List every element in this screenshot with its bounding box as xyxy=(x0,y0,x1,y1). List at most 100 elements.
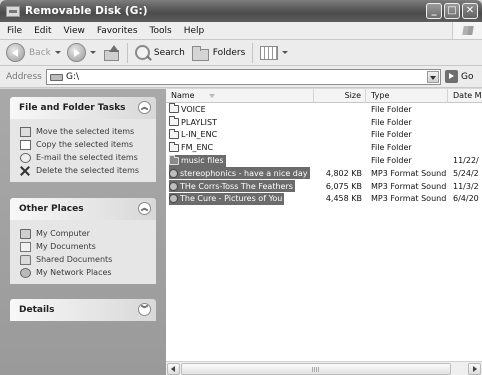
expand-icon[interactable]: ︾ xyxy=(138,303,151,316)
file-type: MP3 Format Sound xyxy=(371,168,447,178)
folder-icon xyxy=(169,116,179,127)
forward-button[interactable] xyxy=(64,42,99,64)
file-folder-tasks-header[interactable]: File and Folder Tasks ︽ xyxy=(10,97,156,119)
other-places-header[interactable]: Other Places ︽ xyxy=(10,198,156,220)
file-row[interactable]: FM_ENC File Folder xyxy=(166,141,482,154)
drive-icon xyxy=(50,73,63,81)
file-row[interactable]: L-IN_ENC File Folder xyxy=(166,128,482,142)
audio-file-icon xyxy=(169,168,178,178)
audio-file-icon xyxy=(169,181,178,191)
task-label: Delete the selected items xyxy=(36,166,140,175)
file-type: File Folder xyxy=(371,156,412,166)
menu-favorites[interactable]: Favorites xyxy=(91,26,144,36)
horizontal-scrollbar[interactable] xyxy=(166,361,482,375)
menu-tools[interactable]: Tools xyxy=(144,26,178,36)
file-name: VOICE xyxy=(181,104,206,114)
menu-view[interactable]: View xyxy=(58,26,91,36)
folder-icon xyxy=(169,141,179,152)
search-label: Search xyxy=(153,47,185,58)
place-my-computer[interactable]: My Computer xyxy=(20,227,156,240)
panel-body: My Computer My Documents Shared Document… xyxy=(10,220,156,284)
task-email[interactable]: E-mail the selected items xyxy=(20,151,156,164)
computer-icon xyxy=(20,228,31,239)
column-size[interactable]: Size xyxy=(314,89,366,103)
up-button[interactable] xyxy=(99,42,123,64)
task-copy[interactable]: Copy the selected items xyxy=(20,138,156,151)
task-move[interactable]: Move the selected items xyxy=(20,125,156,138)
folder-icon xyxy=(169,103,179,114)
folders-label: Folders xyxy=(212,47,246,58)
minimize-button[interactable]: _ xyxy=(426,3,442,19)
place-my-documents[interactable]: My Documents xyxy=(20,240,156,253)
scroll-thumb[interactable] xyxy=(181,363,451,375)
address-bar: Address G:\ Go xyxy=(0,66,482,88)
address-dropdown-button[interactable] xyxy=(427,71,439,83)
file-type: File Folder xyxy=(371,130,412,140)
collapse-icon[interactable]: ︽ xyxy=(138,202,151,215)
file-row[interactable]: The Cure - Pictures of You 4,458 KB MP3 Fo… xyxy=(166,192,482,206)
file-type: MP3 Format Sound xyxy=(371,181,447,191)
file-name: music files xyxy=(181,156,224,166)
file-name-wrap: The Cure - Pictures of You xyxy=(169,192,285,205)
title-bar: Removable Disk (G:) _ □ ✕ xyxy=(0,0,482,22)
panel-title: File and Folder Tasks xyxy=(19,103,126,113)
folders-button[interactable]: Folders xyxy=(188,42,249,64)
maximize-button[interactable]: □ xyxy=(444,3,460,19)
panel-body: Move the selected items Copy the selecte… xyxy=(10,119,156,182)
file-name: THe Corrs-Toss The Feathers xyxy=(180,181,293,191)
shared-folder-icon xyxy=(20,254,31,265)
column-type[interactable]: Type xyxy=(366,89,448,103)
file-date: 6/4/20 xyxy=(453,194,479,204)
file-row[interactable]: VOICE File Folder xyxy=(166,103,482,116)
column-name[interactable]: Name xyxy=(166,89,314,103)
toolbar: Back Search Folders xyxy=(0,40,482,66)
file-name-cell: THe Corrs-Toss The Feathers xyxy=(166,180,314,193)
back-arrow-icon xyxy=(6,43,25,62)
file-name-wrap: THe Corrs-Toss The Feathers xyxy=(169,180,295,193)
place-shared-documents[interactable]: Shared Documents xyxy=(20,253,156,266)
file-folder-tasks-panel: File and Folder Tasks ︽ Move the selecte… xyxy=(10,97,156,182)
views-button[interactable] xyxy=(257,42,291,64)
go-button[interactable]: Go xyxy=(445,70,473,83)
scroll-left-button[interactable] xyxy=(167,363,180,375)
toolbar-separator xyxy=(252,42,254,63)
scroll-right-button[interactable] xyxy=(468,363,481,375)
details-header[interactable]: Details ︾ xyxy=(10,299,156,321)
file-name-cell: music files xyxy=(166,154,314,167)
task-label: Copy the selected items xyxy=(36,140,134,149)
menu-help[interactable]: Help xyxy=(178,26,211,36)
file-name-wrap: VOICE xyxy=(169,103,208,115)
search-button[interactable]: Search xyxy=(132,42,188,64)
file-row[interactable]: PLAYLIST File Folder xyxy=(166,116,482,129)
address-label: Address xyxy=(6,71,42,82)
go-arrow-icon xyxy=(445,70,458,83)
close-button[interactable]: ✕ xyxy=(462,3,478,19)
file-type: File Folder xyxy=(371,143,412,153)
folders-icon xyxy=(191,45,209,61)
panel-title: Other Places xyxy=(19,204,84,214)
menu-file[interactable]: File xyxy=(0,26,28,36)
place-label: Shared Documents xyxy=(36,255,113,264)
collapse-icon[interactable]: ︽ xyxy=(138,101,151,114)
forward-arrow-icon xyxy=(66,43,86,62)
file-row[interactable]: THe Corrs-Toss The Feathers 6,075 KB MP3 F… xyxy=(166,180,482,193)
details-panel: Details ︾ xyxy=(10,299,156,321)
column-date[interactable]: Date M xyxy=(448,89,482,103)
task-delete[interactable]: Delete the selected items xyxy=(20,164,156,177)
file-row[interactable]: stereophonics - have a nice day 4,802 KB M… xyxy=(166,167,482,180)
place-network[interactable]: My Network Places xyxy=(20,266,156,279)
windows-logo-icon xyxy=(452,22,482,39)
move-icon xyxy=(20,126,31,137)
file-name-cell: PLAYLIST xyxy=(166,116,314,128)
file-name: PLAYLIST xyxy=(181,117,217,127)
address-value: G:\ xyxy=(66,72,80,82)
task-label: Move the selected items xyxy=(36,127,135,136)
drive-icon xyxy=(6,5,20,17)
folder-up-icon xyxy=(102,44,120,61)
file-list-pane: Name Size Type Date M VOICE File Folder PL… xyxy=(166,89,482,375)
back-button[interactable]: Back xyxy=(3,42,64,64)
address-field[interactable]: G:\ xyxy=(46,69,441,85)
file-row[interactable]: music files File Folder 11/22/ xyxy=(166,154,482,167)
window-title: Removable Disk (G:) xyxy=(25,5,148,17)
menu-edit[interactable]: Edit xyxy=(28,26,57,36)
